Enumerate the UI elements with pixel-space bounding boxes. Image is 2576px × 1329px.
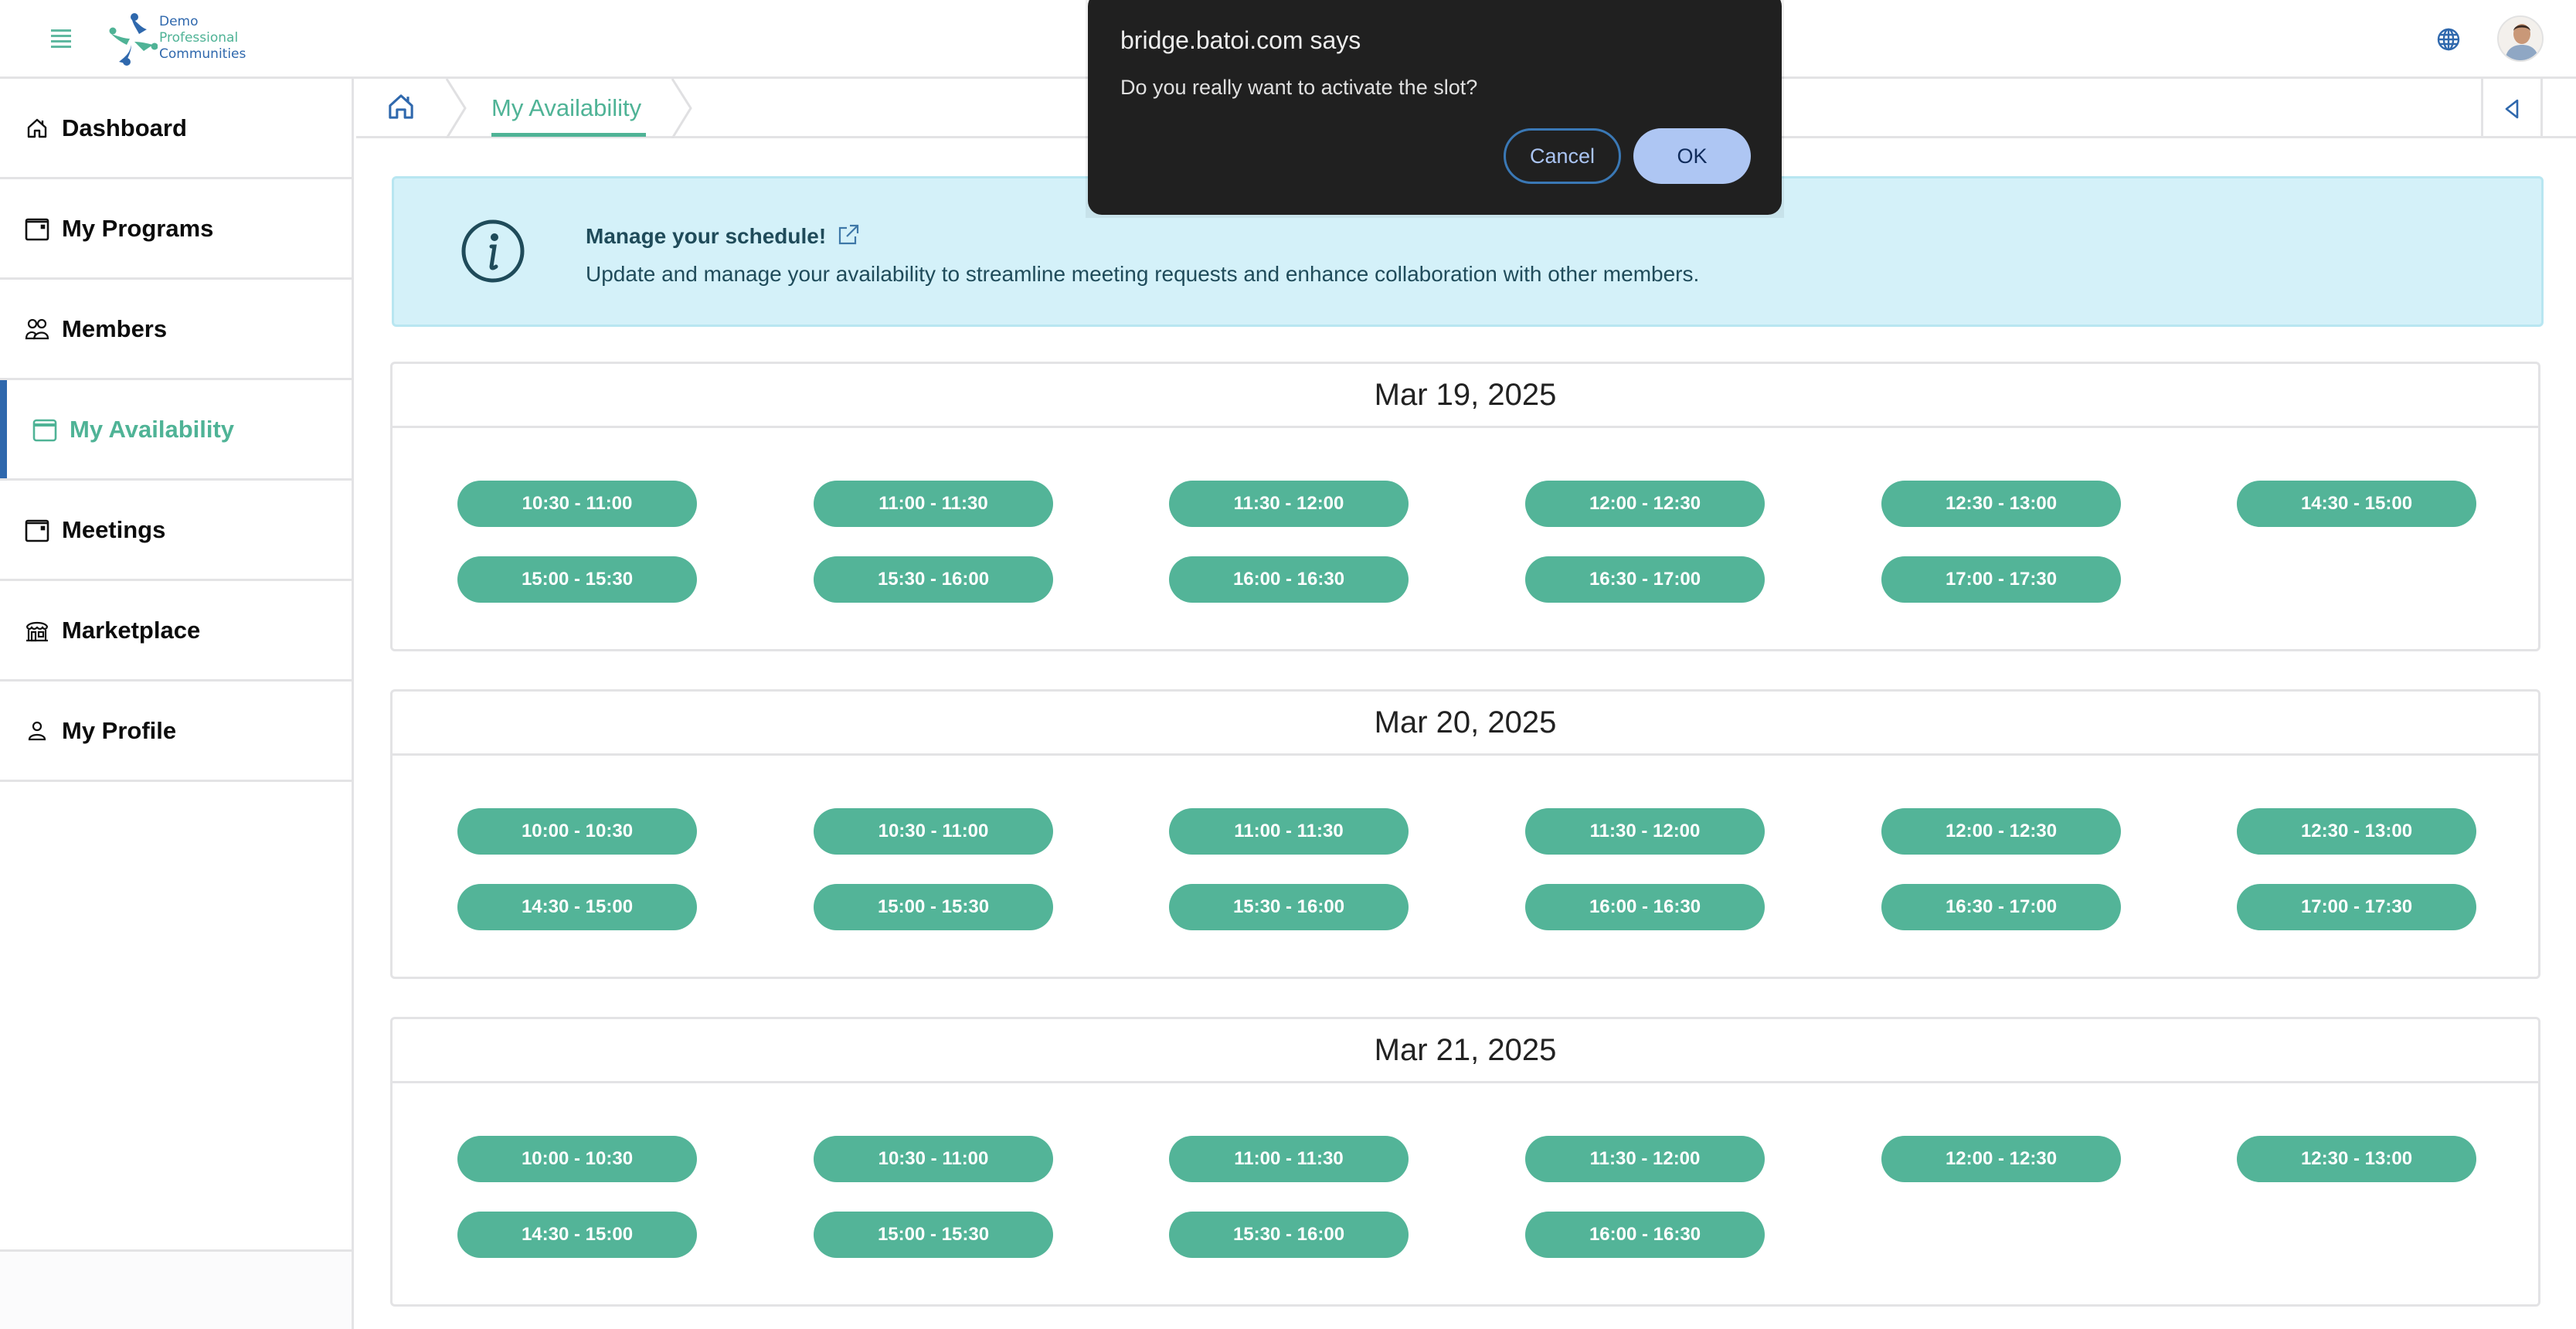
time-slot-button[interactable]: 12:00 - 12:30 — [1881, 1136, 2121, 1182]
store-icon — [25, 618, 49, 643]
members-icon — [25, 317, 49, 342]
sidebar-item-my-profile[interactable]: My Profile — [0, 681, 352, 782]
time-slot-button[interactable]: 10:00 - 10:30 — [457, 1136, 697, 1182]
logo-text-line1: Demo — [159, 14, 199, 29]
caret-left-icon — [2505, 99, 2519, 118]
time-slot-button[interactable]: 10:00 - 10:30 — [457, 808, 697, 855]
time-slot-button[interactable]: 11:00 - 11:30 — [1169, 808, 1409, 855]
time-slot-button[interactable]: 17:00 - 17:30 — [2237, 884, 2476, 930]
breadcrumb-current[interactable]: My Availability — [491, 94, 641, 122]
day-date: Mar 20, 2025 — [1374, 705, 1557, 739]
banner-description: Update and manage your availability to s… — [586, 262, 1700, 286]
time-slot-button[interactable]: 15:00 - 15:30 — [814, 884, 1053, 930]
confirm-dialog: bridge.batoi.com says Do you really want… — [1088, 0, 1782, 215]
time-slot-button[interactable]: 10:30 - 11:00 — [457, 481, 697, 527]
time-slot-button[interactable]: 12:30 - 13:00 — [2237, 808, 2476, 855]
day-card: Mar 21, 2025 10:00 - 10:30 10:30 - 11:00 11… — [390, 1017, 2540, 1307]
hamburger-line — [51, 35, 71, 37]
sidebar-item-members[interactable]: Members — [0, 280, 352, 380]
breadcrumb-home-link[interactable] — [387, 93, 418, 124]
sidebar-item-label: Members — [62, 314, 168, 342]
time-slot-button[interactable]: 11:00 - 11:30 — [1169, 1136, 1409, 1182]
time-slot-button[interactable]: 12:30 - 13:00 — [2237, 1136, 2476, 1182]
time-slot-button[interactable]: 10:30 - 11:00 — [814, 1136, 1053, 1182]
menu-toggle-button[interactable] — [51, 29, 71, 48]
logo-text-line3: Communities — [159, 46, 246, 62]
avatar-photo-icon — [2499, 17, 2542, 60]
time-slot-button[interactable]: 16:30 - 17:00 — [1881, 884, 2121, 930]
calendar-icon — [25, 216, 49, 241]
sidebar: Dashboard My Programs Members My Availab… — [0, 79, 354, 1329]
sidebar-item-dashboard[interactable]: Dashboard — [0, 79, 352, 179]
time-slot-button[interactable]: 15:30 - 16:00 — [1169, 884, 1409, 930]
day-card-header: Mar 21, 2025 — [393, 1019, 2538, 1083]
user-icon — [25, 719, 49, 743]
sidebar-item-my-availability[interactable]: My Availability — [0, 380, 352, 481]
time-slot-button[interactable]: 16:00 - 16:30 — [1525, 884, 1765, 930]
time-slot-button[interactable]: 11:30 - 12:00 — [1525, 1136, 1765, 1182]
calendar-icon — [32, 417, 57, 442]
dialog-message: Do you really want to activate the slot? — [1120, 76, 1478, 99]
hamburger-line — [51, 40, 71, 42]
active-tab-underline — [491, 133, 646, 137]
globe-icon — [2437, 28, 2460, 51]
time-slot-button[interactable]: 16:00 - 16:30 — [1169, 556, 1409, 603]
info-icon — [461, 219, 525, 283]
dialog-title: bridge.batoi.com says — [1120, 26, 1361, 54]
hamburger-line — [51, 46, 71, 48]
sidebar-item-label: My Availability — [70, 415, 235, 443]
breadcrumb-separator-icon — [445, 79, 467, 138]
time-slot-button[interactable]: 15:30 - 16:00 — [814, 556, 1053, 603]
collapse-panel-button[interactable] — [2481, 79, 2543, 138]
sidebar-item-label: My Programs — [62, 214, 214, 242]
time-slot-button[interactable]: 11:30 - 12:00 — [1169, 481, 1409, 527]
time-slot-button[interactable]: 14:30 - 15:00 — [457, 884, 697, 930]
sidebar-item-label: My Profile — [62, 716, 177, 744]
time-slot-button[interactable]: 11:30 - 12:00 — [1525, 808, 1765, 855]
time-slot-button[interactable]: 15:00 - 15:30 — [814, 1212, 1053, 1258]
time-slot-button[interactable]: 16:30 - 17:00 — [1525, 556, 1765, 603]
external-link-icon[interactable] — [837, 223, 860, 246]
sidebar-item-label: Dashboard — [62, 114, 187, 141]
logo-text-line2: Professional — [159, 30, 239, 46]
ok-button[interactable]: OK — [1633, 128, 1751, 184]
logo-mark-icon — [109, 13, 158, 66]
sidebar-item-label: Meetings — [62, 515, 166, 543]
calendar-icon — [25, 518, 49, 542]
logo[interactable]: Demo Professional Communities — [108, 11, 246, 66]
time-slot-button[interactable]: 16:00 - 16:30 — [1525, 1212, 1765, 1258]
cancel-button[interactable]: Cancel — [1504, 128, 1621, 184]
sidebar-footer — [0, 1249, 352, 1329]
sidebar-item-meetings[interactable]: Meetings — [0, 481, 352, 581]
day-date: Mar 19, 2025 — [1374, 377, 1557, 412]
time-slot-button[interactable]: 15:30 - 16:00 — [1169, 1212, 1409, 1258]
user-avatar[interactable] — [2497, 15, 2544, 62]
sidebar-item-my-programs[interactable]: My Programs — [0, 179, 352, 280]
time-slot-button[interactable]: 12:00 - 12:30 — [1525, 481, 1765, 527]
day-date: Mar 21, 2025 — [1374, 1032, 1557, 1067]
banner-title: Manage your schedule! — [586, 224, 827, 248]
time-slot-button[interactable]: 12:30 - 13:00 — [1881, 481, 2121, 527]
time-slot-button[interactable]: 10:30 - 11:00 — [814, 808, 1053, 855]
time-slot-button[interactable]: 14:30 - 15:00 — [457, 1212, 697, 1258]
day-card-header: Mar 19, 2025 — [393, 364, 2538, 428]
day-card-header: Mar 20, 2025 — [393, 692, 2538, 756]
time-slot-button[interactable]: 14:30 - 15:00 — [2237, 481, 2476, 527]
time-slot-button[interactable]: 15:00 - 15:30 — [457, 556, 697, 603]
sidebar-item-marketplace[interactable]: Marketplace — [0, 581, 352, 681]
breadcrumb-separator-icon — [671, 79, 692, 138]
day-card: Mar 20, 2025 10:00 - 10:30 10:30 - 11:00 11… — [390, 689, 2540, 979]
sidebar-item-label: Marketplace — [62, 616, 201, 644]
language-button[interactable] — [2437, 28, 2460, 51]
time-slot-button[interactable]: 17:00 - 17:30 — [1881, 556, 2121, 603]
day-card: Mar 19, 2025 10:30 - 11:00 11:00 - 11:30 11… — [390, 362, 2540, 651]
home-icon — [25, 116, 49, 141]
hamburger-icon — [51, 29, 71, 32]
time-slot-button[interactable]: 11:00 - 11:30 — [814, 481, 1053, 527]
home-icon — [389, 94, 413, 119]
time-slot-button[interactable]: 12:00 - 12:30 — [1881, 808, 2121, 855]
